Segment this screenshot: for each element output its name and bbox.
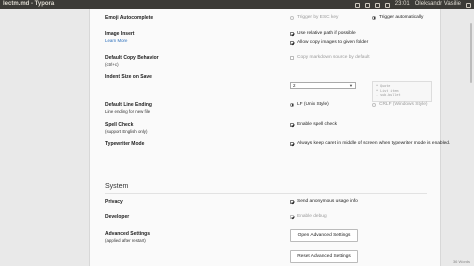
user-name[interactable]: Oleksandr Vasilie	[415, 0, 461, 9]
preferences-panel: Emoji Autocomplete Trigger by ESC key Tr…	[89, 9, 450, 266]
checkbox[interactable]	[290, 214, 294, 219]
scrollbar-thumb[interactable]	[470, 23, 472, 83]
power-icon[interactable]	[466, 3, 471, 8]
checkbox[interactable]	[290, 122, 294, 127]
advanced-settings-sub: (applied after restart)	[105, 238, 146, 243]
indent-size-label: Indent Size on Save	[105, 74, 152, 80]
emoji-esc-option[interactable]: Trigger by ESC key	[290, 15, 338, 20]
volume-icon[interactable]	[384, 3, 390, 8]
spell-check-sub: (support English only)	[105, 129, 148, 134]
radio[interactable]	[372, 15, 376, 20]
emoji-label: Emoji Autocomplete	[105, 15, 154, 21]
typewriter-option[interactable]: Always keep caret in middle of screen wh…	[290, 141, 450, 146]
copy-behavior-label: Default Copy Behavior	[105, 55, 159, 61]
right-gutter: 36 Words	[441, 9, 474, 266]
checkbox[interactable]	[290, 199, 294, 204]
relative-path-option[interactable]: Use relative path if possible	[290, 31, 356, 36]
line-ending-label: Default Line Ending	[105, 102, 152, 108]
developer-label: Developer	[105, 214, 130, 220]
checkbox[interactable]	[290, 31, 294, 36]
line-ending-sub: Line ending for new file	[105, 109, 151, 114]
emoji-auto-option[interactable]: Trigger automatically	[372, 15, 423, 20]
checkbox[interactable]	[290, 55, 294, 60]
learn-more-link[interactable]: Learn More	[105, 38, 127, 43]
system-tray: 23:01 Oleksandr Vasilie	[354, 0, 471, 9]
system-top-bar: lectm.md - Typora 23:01 Oleksandr Vasili…	[0, 0, 474, 9]
radio[interactable]	[290, 15, 294, 20]
copy-images-option[interactable]: Allow copy images to given folder	[290, 40, 368, 45]
mail-icon[interactable]	[354, 3, 360, 8]
spell-check-label: Spell Check	[105, 122, 134, 128]
usage-info-option[interactable]: Send anonymous usage info	[290, 199, 358, 204]
open-advanced-settings-button[interactable]: Open Advanced Settings	[290, 229, 358, 242]
word-count[interactable]: 36 Words	[453, 259, 470, 264]
radio[interactable]	[290, 102, 294, 107]
copy-markdown-option[interactable]: Copy markdown source by default	[290, 55, 370, 60]
keyboard-icon[interactable]	[374, 3, 380, 8]
indent-size-select[interactable]: 2 ▼	[290, 82, 356, 89]
crlf-option[interactable]: CRLF (Windows Style)	[372, 102, 428, 107]
privacy-label: Privacy	[105, 199, 123, 205]
system-section-title: System	[105, 183, 129, 190]
window-title: lectm.md - Typora	[3, 1, 55, 7]
checkbox[interactable]	[290, 141, 294, 146]
section-divider	[105, 193, 427, 194]
left-gutter	[0, 9, 89, 266]
advanced-settings-label: Advanced Settings	[105, 231, 151, 237]
checkbox[interactable]	[290, 40, 294, 45]
network-icon[interactable]	[364, 3, 370, 8]
enable-spell-check-option[interactable]: Enable spell check	[290, 122, 337, 127]
copy-shortcut: (ctrl+c)	[105, 62, 119, 67]
chevron-down-icon: ▼	[349, 83, 353, 88]
clock[interactable]: 23:01	[395, 0, 410, 9]
lf-option[interactable]: LF (Unix Style)	[290, 102, 329, 107]
enable-debug-option[interactable]: Enable debug	[290, 214, 327, 219]
typewriter-label: Typewriter Mode	[105, 141, 145, 147]
reset-advanced-settings-button[interactable]: Reset Advanced Settings	[290, 250, 358, 263]
indent-preview: * Quote * List item - sub-bullet	[372, 81, 432, 102]
radio[interactable]	[372, 102, 376, 107]
image-insert-label: Image Insert	[105, 31, 135, 37]
